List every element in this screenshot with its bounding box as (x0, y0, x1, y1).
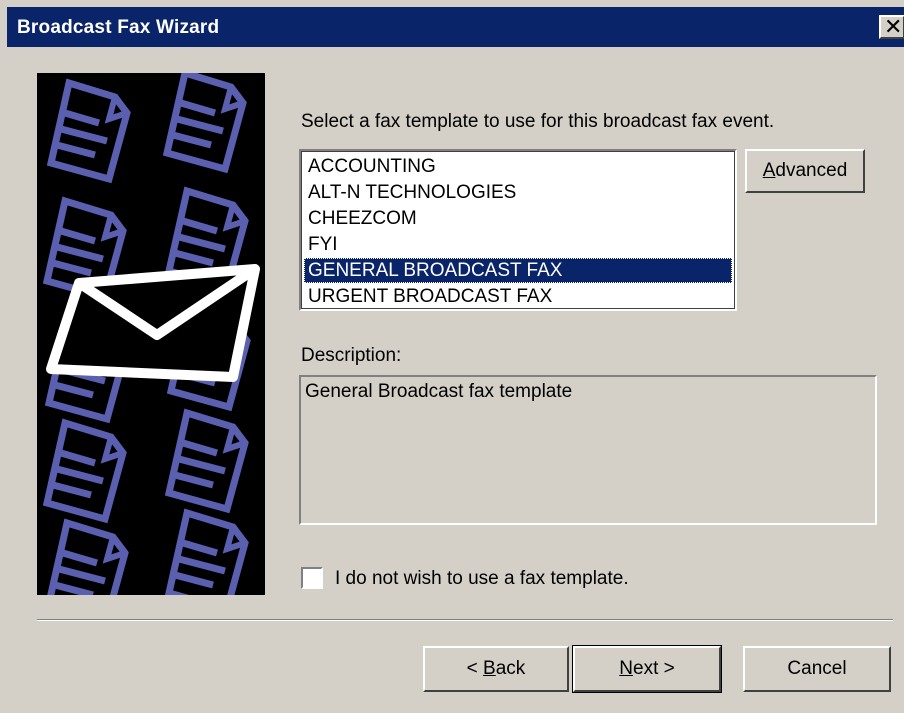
description-box: General Broadcast fax template (299, 375, 877, 525)
list-item[interactable]: URGENT BROADCAST FAX (304, 284, 732, 309)
side-art-image (37, 73, 265, 595)
back-button[interactable]: < Back (423, 646, 569, 692)
cancel-button[interactable]: Cancel (743, 646, 891, 692)
description-label: Description: (301, 345, 402, 366)
list-item[interactable]: FYI (304, 232, 732, 257)
no-template-checkbox[interactable] (301, 567, 323, 589)
list-item-selected[interactable]: GENERAL BROADCAST FAX (304, 258, 732, 283)
list-item[interactable]: ACCOUNTING (304, 154, 732, 179)
next-button[interactable]: Next > (572, 645, 722, 693)
next-button-label: Next > (619, 658, 675, 679)
window-title: Broadcast Fax Wizard (17, 17, 220, 38)
description-text: General Broadcast fax template (305, 381, 573, 402)
list-item[interactable]: ALT-N TECHNOLOGIES (304, 180, 732, 205)
template-prompt: Select a fax template to use for this br… (301, 111, 775, 132)
list-item[interactable]: CHEEZCOM (304, 206, 732, 231)
close-button[interactable]: ✕ (879, 14, 904, 39)
separator (37, 619, 893, 621)
advanced-button[interactable]: Advanced (745, 149, 865, 193)
cancel-button-label: Cancel (787, 658, 847, 679)
document-pattern-with-envelope-icon (37, 73, 260, 595)
envelope-icon (46, 264, 260, 382)
title-bar: Broadcast Fax Wizard ✕ (7, 7, 904, 47)
no-template-checkbox-label[interactable]: I do not wish to use a fax template. (335, 568, 629, 590)
template-listbox[interactable]: ACCOUNTING ALT-N TECHNOLOGIES CHEEZCOM F… (299, 149, 737, 311)
back-button-label: < Back (466, 658, 526, 679)
close-icon: ✕ (884, 14, 903, 39)
advanced-button-label: Advanced (762, 160, 848, 181)
wizard-window: Broadcast Fax Wizard ✕ Select a fax temp… (0, 0, 904, 713)
